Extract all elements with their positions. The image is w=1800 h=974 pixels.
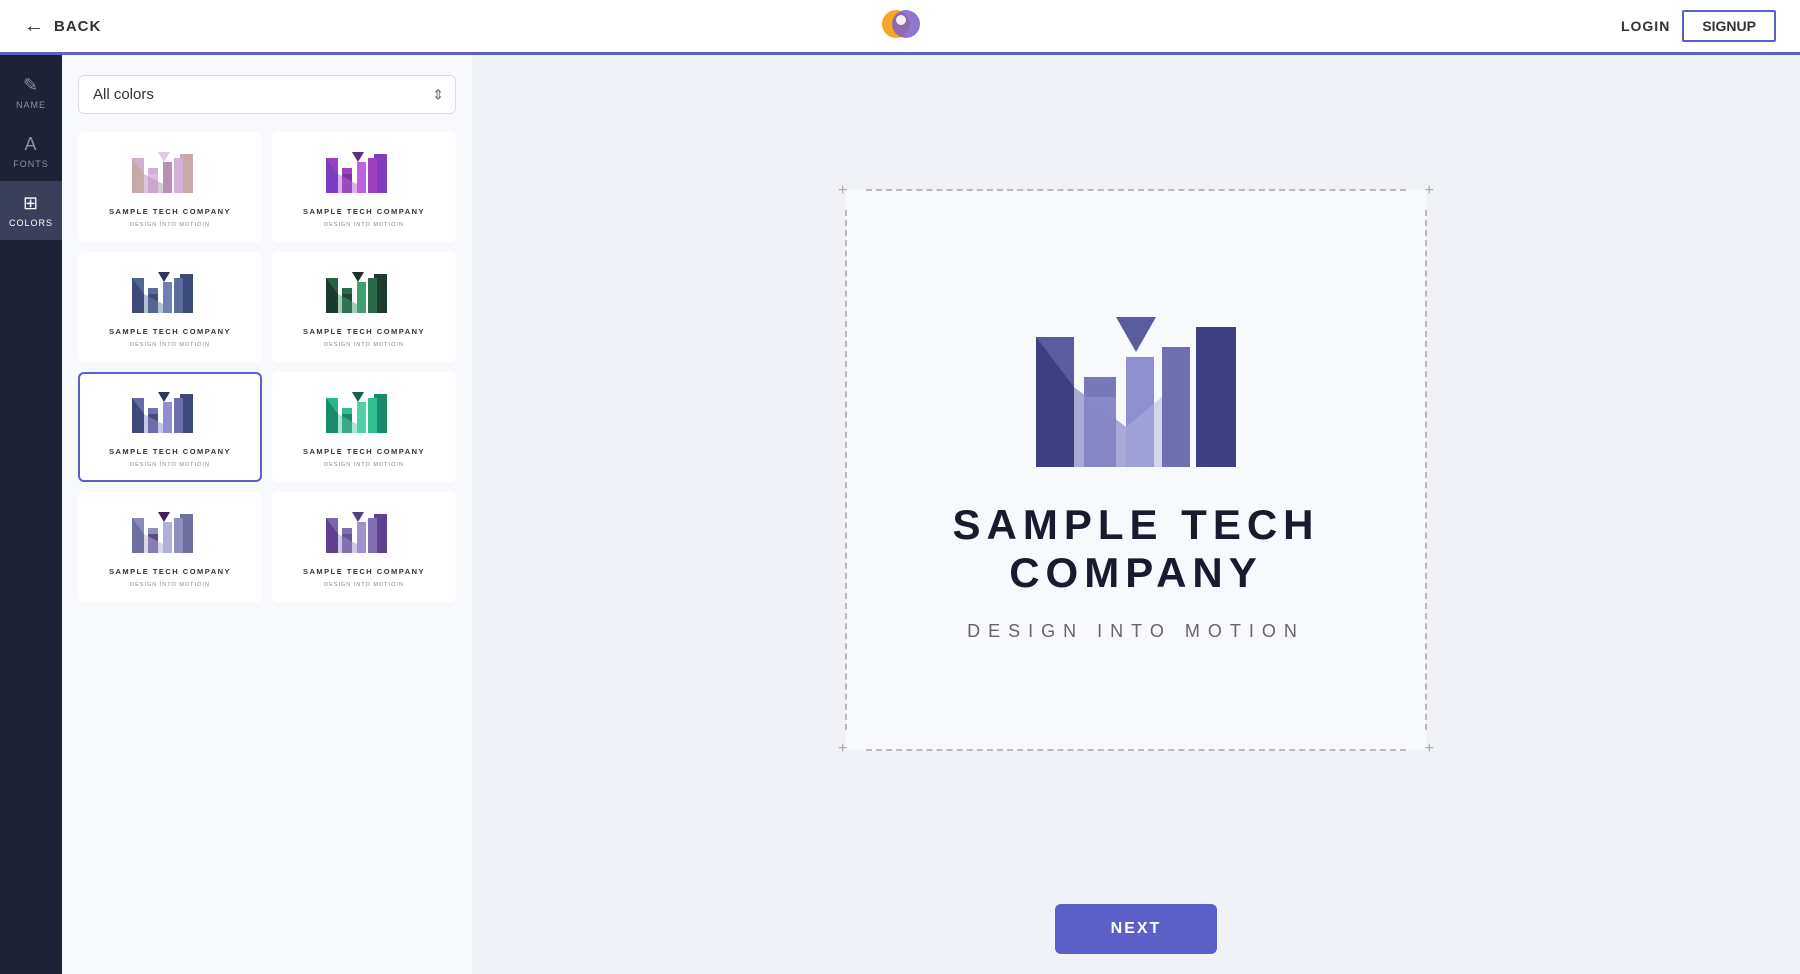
main-canvas-area: + + + + [472,55,1800,884]
nav-right: LOGIN SIGNUP [1621,10,1776,42]
logo-card-svg-8 [324,506,404,561]
login-button[interactable]: LOGIN [1621,18,1670,34]
logo-card-svg-3 [130,266,210,321]
logo-card-svg-6 [324,386,404,441]
logo-card-2[interactable]: SAMPLE TECH COMPANY DESIGN INTO MOTIOIN [272,132,456,242]
logo-card-4[interactable]: SAMPLE TECH COMPANY DESIGN INTO MOTIOIN [272,252,456,362]
app-logo-icon [878,2,922,46]
main-tagline: DESIGN INTO MOTION [967,621,1305,642]
logo-card-svg-7 [130,506,210,561]
logo-card-tagline-7: DESIGN INTO MOTIOIN [130,582,210,588]
logo-card-name-5: SAMPLE TECH COMPANY [109,447,231,456]
logo-card-6[interactable]: SAMPLE TECH COMPANY DESIGN INTO MOTIOIN [272,372,456,482]
canvas-bottom-border [866,749,1406,751]
logo-card-tagline-8: DESIGN INTO MOTIOIN [324,582,404,588]
logo-card-name-7: SAMPLE TECH COMPANY [109,567,231,576]
bottom-bar: NEXT [472,884,1800,974]
logo-card-name-3: SAMPLE TECH COMPANY [109,327,231,336]
logo-card-tagline-5: DESIGN INTO MOTIOIN [130,462,210,468]
canvas-top-border [866,189,1406,191]
logo-card-name-6: SAMPLE TECH COMPANY [303,447,425,456]
main-company-name: SAMPLE TECH COMPANY [846,501,1426,597]
logo-card-5[interactable]: SAMPLE TECH COMPANY DESIGN INTO MOTIOIN [78,372,262,482]
canvas-frame: + + + + [846,190,1426,750]
next-button[interactable]: NEXT [1055,904,1218,954]
corner-tr-icon: + [1425,182,1434,200]
sidebar-item-fonts[interactable]: A FONTS [0,122,62,181]
logo-card-svg-1 [130,146,210,201]
corner-tl-icon: + [838,182,847,200]
top-navigation: ← BACK LOGIN SIGNUP [0,0,1800,55]
sidebar-item-colors[interactable]: ⊞ COLORS [0,181,62,240]
sidebar-name-label: NAME [16,100,46,110]
logo-card-tagline-3: DESIGN INTO MOTIOIN [130,342,210,348]
logo-card-name-8: SAMPLE TECH COMPANY [303,567,425,576]
name-icon: ✎ [23,75,39,96]
logo-card-svg-2 [324,146,404,201]
logo-card-7[interactable]: SAMPLE TECH COMPANY DESIGN INTO MOTIOIN [78,492,262,602]
back-arrow-icon[interactable]: ← [24,15,44,38]
corner-bl-icon: + [838,740,847,758]
back-label[interactable]: BACK [54,18,101,35]
logo-variant-grid: SAMPLE TECH COMPANY DESIGN INTO MOTIOIN … [78,132,456,602]
logo-card-tagline-1: DESIGN INTO MOTIOIN [130,222,210,228]
canvas-right-border [1425,210,1427,730]
canvas-left-border [845,210,847,730]
color-filter-select[interactable]: All colors Blue Purple Green Red Teal [78,75,456,114]
sidebar: ✎ NAME A FONTS ⊞ COLORS [0,55,62,974]
logo-card-3[interactable]: SAMPLE TECH COMPANY DESIGN INTO MOTIOIN [78,252,262,362]
sidebar-colors-label: COLORS [9,218,53,228]
colors-icon: ⊞ [23,193,39,214]
color-filter-wrapper: All colors Blue Purple Green Red Teal ⇕ [78,75,456,114]
nav-center-logo [878,2,922,51]
nav-left: ← BACK [24,15,101,38]
logo-card-tagline-2: DESIGN INTO MOTIOIN [324,222,404,228]
logo-card-8[interactable]: SAMPLE TECH COMPANY DESIGN INTO MOTIOIN [272,492,456,602]
fonts-icon: A [24,134,37,155]
main-logo-svg [1026,297,1246,477]
logo-card-svg-5 [130,386,210,441]
logo-card-tagline-6: DESIGN INTO MOTIOIN [324,462,404,468]
main-logo-display: SAMPLE TECH COMPANY DESIGN INTO MOTION [846,297,1426,642]
logo-card-name-1: SAMPLE TECH COMPANY [109,207,231,216]
sidebar-fonts-label: FONTS [13,159,49,169]
color-panel: All colors Blue Purple Green Red Teal ⇕ … [62,55,472,974]
logo-card-tagline-4: DESIGN INTO MOTIOIN [324,342,404,348]
logo-card-svg-4 [324,266,404,321]
sidebar-item-name[interactable]: ✎ NAME [0,63,62,122]
logo-card-1[interactable]: SAMPLE TECH COMPANY DESIGN INTO MOTIOIN [78,132,262,242]
signup-button[interactable]: SIGNUP [1682,10,1776,42]
logo-card-name-4: SAMPLE TECH COMPANY [303,327,425,336]
corner-br-icon: + [1425,740,1434,758]
logo-card-name-2: SAMPLE TECH COMPANY [303,207,425,216]
